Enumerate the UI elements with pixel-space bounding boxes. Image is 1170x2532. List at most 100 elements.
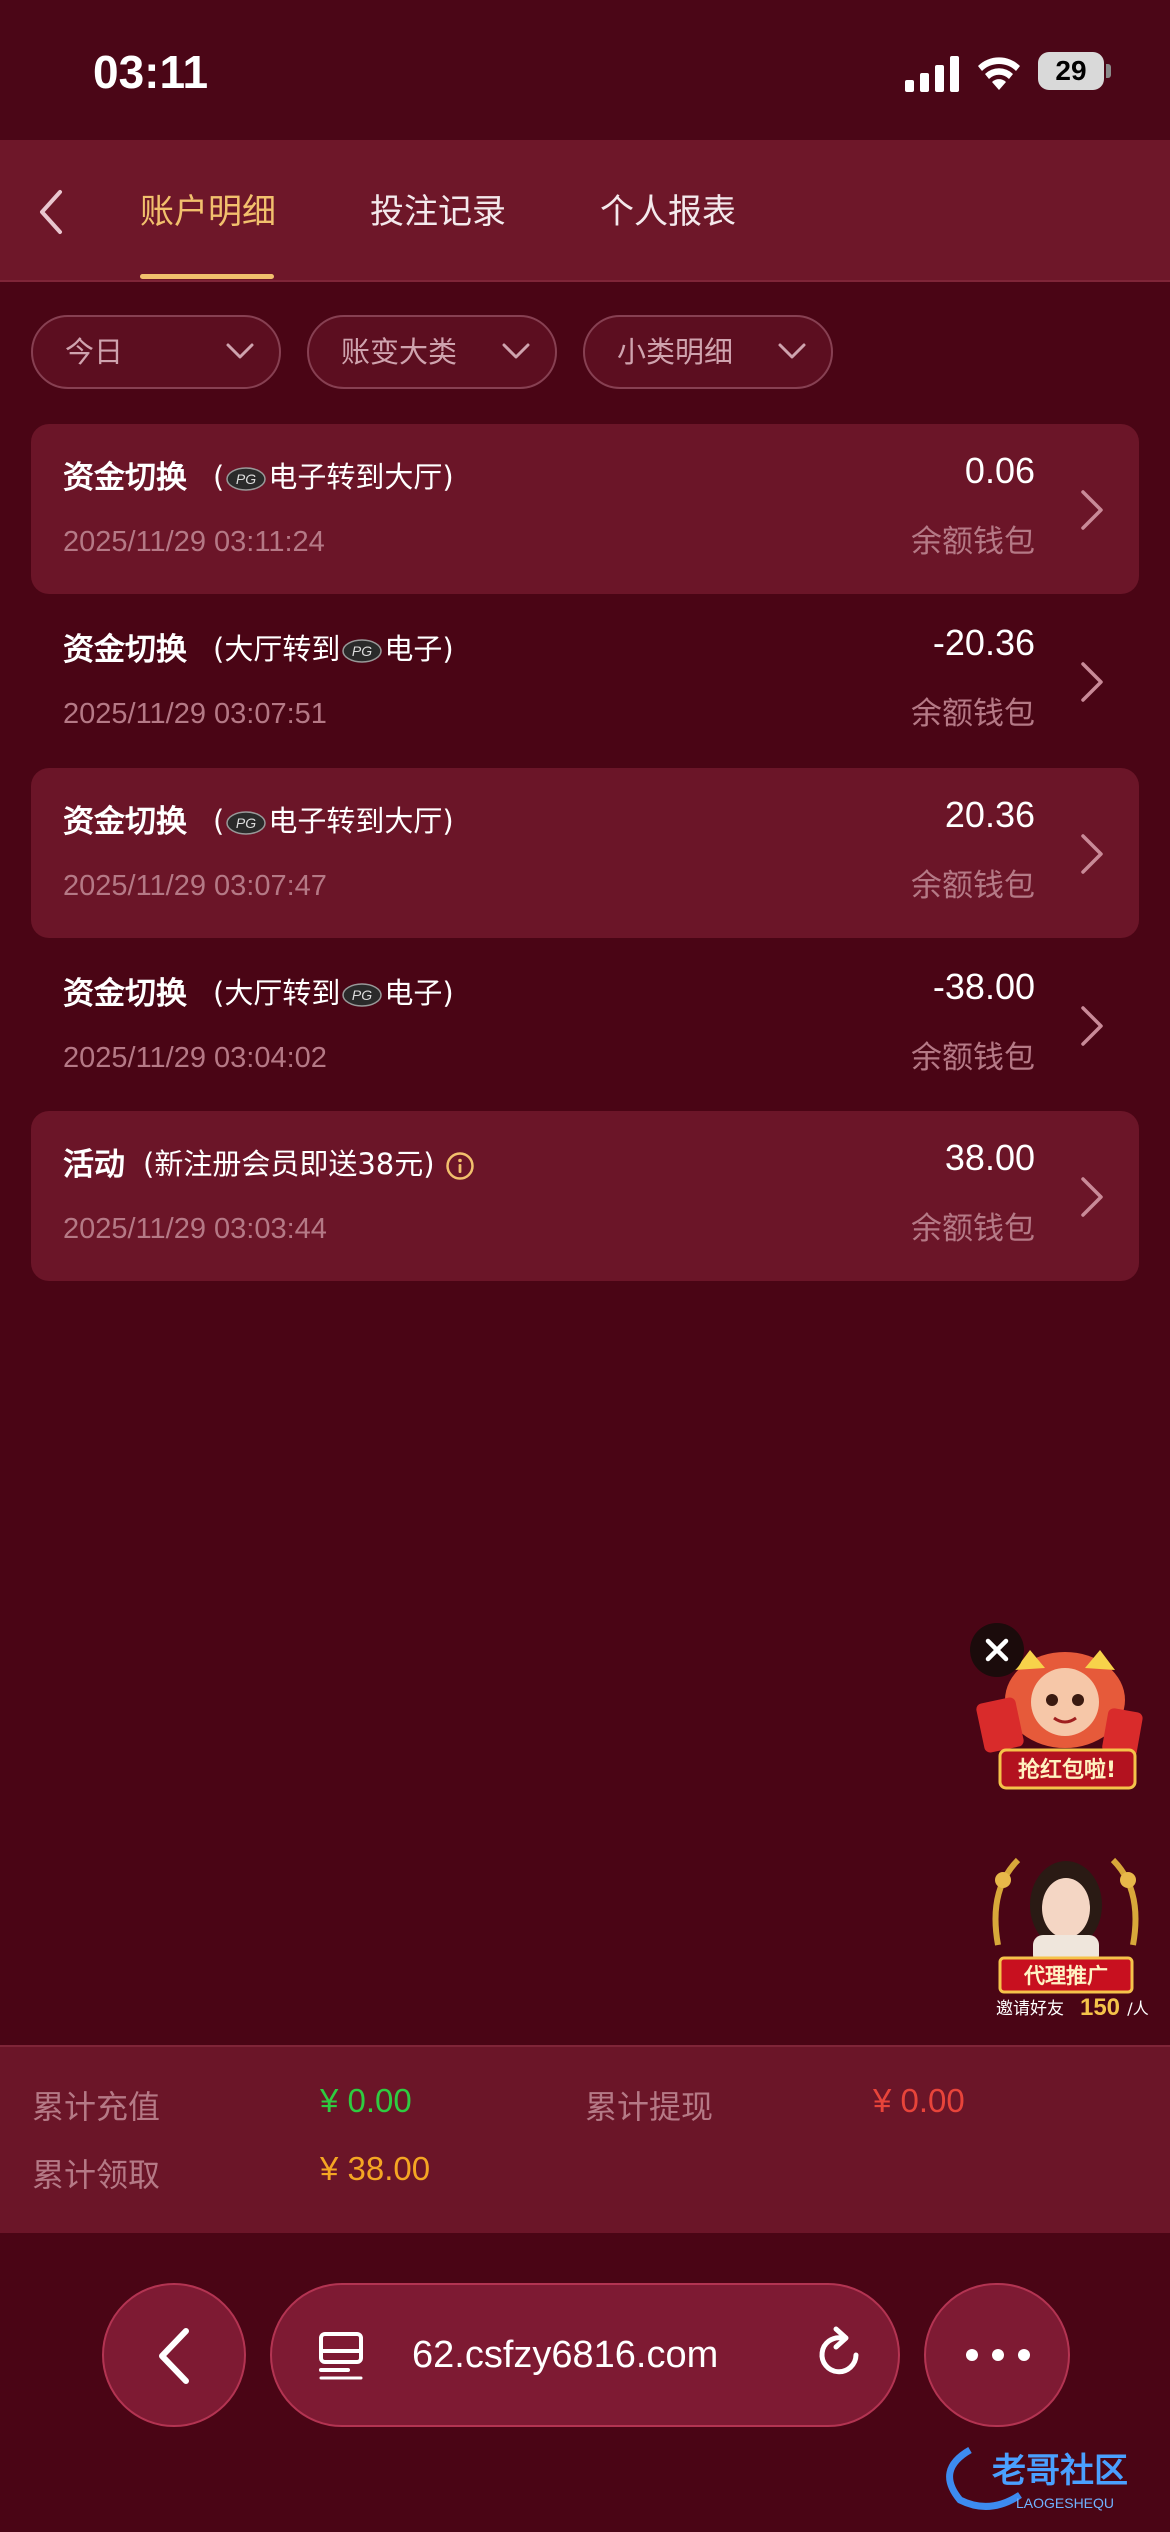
filter-bar: 今日 账变大类 小类明细 [0, 315, 1170, 395]
agent-amount: 150 [1080, 1994, 1120, 2020]
filter-date[interactable]: 今日 [31, 315, 281, 389]
battery-icon: 29 [1038, 52, 1111, 90]
svg-text:PG: PG [236, 815, 256, 831]
claim-label: 累计领取 [32, 2156, 161, 2194]
reader-mode-icon[interactable] [318, 2331, 368, 2381]
pg-logo-icon: PG [342, 983, 383, 1007]
back-arrow-icon [159, 2328, 189, 2384]
record-wallet: 余额钱包 [911, 1211, 1035, 1247]
record-time: 2025/11/29 03:07:47 [63, 870, 327, 902]
record-detail-post: 电子转到大厅) [268, 804, 454, 838]
tab-bet-records[interactable]: 投注记录 [370, 182, 506, 242]
watermark-subtext: LAOGESHEQU [1016, 2495, 1114, 2511]
record-detail-pre: ( [213, 460, 225, 494]
record-detail-pre: (新注册会员即送38元) [143, 1147, 435, 1181]
active-tab-indicator [140, 274, 274, 279]
record-item[interactable]: 资金切换 ( PG 电子转到大厅) 2025/11/29 03:11:24 0.06… [31, 424, 1139, 594]
tab-account-details[interactable]: 账户明细 [140, 182, 276, 242]
record-wallet: 余额钱包 [911, 696, 1035, 732]
chevron-down-icon [502, 343, 530, 359]
close-icon [985, 1638, 1009, 1662]
filter-category-label: 账变大类 [341, 335, 458, 369]
close-promo-button[interactable] [970, 1623, 1024, 1677]
record-detail-pre: (大厅转到 [213, 632, 341, 666]
address-bar[interactable]: 62.csfzy6816.com [270, 2283, 900, 2427]
battery-tip [1106, 64, 1111, 78]
chevron-right-icon [1081, 834, 1103, 874]
record-wallet: 余额钱包 [911, 1040, 1035, 1076]
withdraw-value: ¥ 0.00 [873, 2082, 965, 2119]
record-time: 2025/11/29 03:03:44 [63, 1213, 327, 1245]
record-title: 资金切换 [63, 460, 187, 496]
record-time: 2025/11/29 03:04:02 [63, 1042, 327, 1074]
wifi-icon [978, 57, 1020, 90]
chevron-right-icon [1081, 1006, 1103, 1046]
record-title: 资金切换 [63, 976, 187, 1012]
record-item[interactable]: 资金切换 (大厅转到 PG 电子) 2025/11/29 03:04:02 -38.… [31, 940, 1139, 1110]
record-time: 2025/11/29 03:07:51 [63, 698, 327, 730]
record-item[interactable]: 活动 (新注册会员即送38元) 2025/11/29 03:03:44 38.0… [31, 1111, 1139, 1281]
record-title: 资金切换 [63, 804, 187, 840]
agent-promo-icon[interactable]: 代理推广 邀请好友 150 /人 [978, 1850, 1153, 2020]
svg-text:PG: PG [352, 643, 372, 659]
pg-logo-icon: PG [226, 467, 267, 491]
record-amount: -38.00 [932, 966, 1035, 1007]
record-detail-pre: ( [213, 804, 225, 838]
chevron-right-icon [1081, 1177, 1103, 1217]
record-detail: (大厅转到 PG 电子) [213, 970, 454, 1012]
filter-subcategory-label: 小类明细 [617, 335, 734, 369]
tab-header: 账户明细 投注记录 个人报表 [0, 140, 1170, 282]
browser-back-button[interactable] [102, 2283, 246, 2427]
record-detail: ( PG 电子转到大厅) [213, 798, 454, 840]
summary-panel: 累计充值 ¥ 0.00 累计提现 ¥ 0.00 累计领取 ¥ 38.00 [0, 2045, 1170, 2235]
record-amount: -20.36 [932, 622, 1035, 663]
record-detail: (大厅转到 PG 电子) [213, 626, 454, 668]
record-amount: 0.06 [964, 450, 1035, 491]
more-options-button[interactable] [924, 2283, 1070, 2427]
record-item[interactable]: 资金切换 (大厅转到 PG 电子) 2025/11/29 03:07:51 -20.… [31, 596, 1139, 766]
recharge-value: ¥ 0.00 [320, 2082, 412, 2119]
filter-date-label: 今日 [65, 335, 124, 369]
recharge-label: 累计充值 [32, 2088, 161, 2126]
watermark-text: 老哥社区 [992, 2451, 1128, 2491]
redpacket-text: 抢红包啦! [1018, 1757, 1116, 1783]
agent-sub: 邀请好友 [996, 1999, 1064, 2019]
record-detail-pre: (大厅转到 [213, 976, 341, 1010]
record-detail: (新注册会员即送38元) [143, 1141, 475, 1183]
claim-value: ¥ 38.00 [320, 2150, 431, 2187]
record-item[interactable]: 资金切换 ( PG 电子转到大厅) 2025/11/29 03:07:47 20.3… [31, 768, 1139, 938]
record-time: 2025/11/29 03:11:24 [63, 526, 325, 558]
status-bar: 03:11 29 [0, 0, 1170, 140]
record-detail-post: 电子) [384, 976, 454, 1010]
chevron-right-icon [1081, 662, 1103, 702]
more-dots-icon [966, 2349, 1030, 2361]
record-amount: 20.36 [944, 794, 1035, 835]
url-text: 62.csfzy6816.com [412, 2334, 719, 2376]
record-title: 资金切换 [63, 632, 187, 668]
svg-text:PG: PG [236, 471, 256, 487]
record-amount: 38.00 [944, 1137, 1035, 1178]
cellular-signal-icon [905, 56, 959, 92]
chevron-down-icon [778, 343, 806, 359]
back-arrow-icon[interactable] [28, 184, 78, 240]
svg-text:PG: PG [352, 987, 372, 1003]
tab-personal-report[interactable]: 个人报表 [600, 182, 736, 242]
battery-level: 29 [1038, 52, 1104, 90]
site-watermark-logo: 老哥社区 LAOGESHEQU [946, 2446, 1128, 2511]
chevron-down-icon [226, 343, 254, 359]
agent-title: 代理推广 [1023, 1964, 1108, 1988]
record-detail-post: 电子) [384, 632, 454, 666]
chevron-right-icon [1081, 490, 1103, 530]
reload-icon[interactable] [812, 2325, 868, 2385]
filter-subcategory[interactable]: 小类明细 [583, 315, 833, 389]
record-title: 活动 [63, 1147, 125, 1183]
info-icon[interactable] [445, 1151, 475, 1181]
record-wallet: 余额钱包 [911, 868, 1035, 904]
filter-category[interactable]: 账变大类 [307, 315, 557, 389]
pg-logo-icon: PG [226, 811, 267, 835]
status-time: 03:11 [93, 46, 209, 98]
record-detail: ( PG 电子转到大厅) [213, 454, 454, 496]
record-wallet: 余额钱包 [911, 524, 1035, 560]
pg-logo-icon: PG [342, 639, 383, 663]
record-detail-post: 电子转到大厅) [268, 460, 454, 494]
